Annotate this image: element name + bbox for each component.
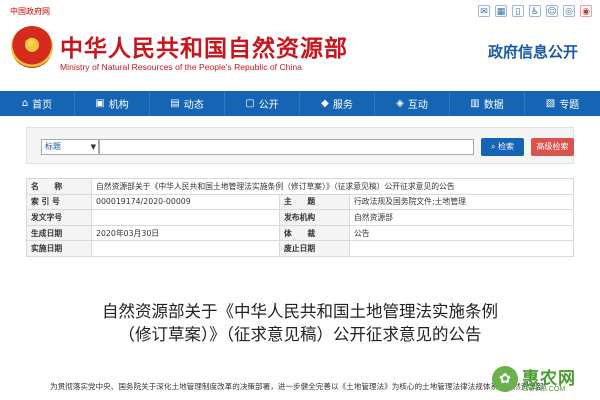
nav-item-news[interactable]: ▤ 动态 (150, 91, 225, 116)
gov-portal-link[interactable]: 中国政府网 (10, 6, 50, 17)
search-button[interactable]: ⌕ 检索 (481, 138, 524, 156)
grid-icon[interactable]: ▦ (495, 5, 507, 17)
data-icon: ▥ (470, 98, 480, 109)
index-label: 索 引 号 (26, 193, 92, 211)
date-label: 生成日期 (26, 224, 92, 242)
table-row: 发文字号 发布机构 自然资源部 (26, 209, 574, 226)
mail-icon[interactable]: ✉ (478, 5, 490, 17)
site-header: ★ 中华人民共和国自然资源部 Ministry of Natural Resou… (0, 22, 600, 86)
top-icon-group: ✉ ▦ ▯ ♿ ☺ ◎ ◉ (478, 5, 592, 17)
genre-label: 体 裁 (279, 224, 350, 242)
docno-value (91, 209, 280, 226)
wechat-icon[interactable]: ◎ (563, 5, 575, 17)
repeal-date-value (349, 240, 574, 257)
nav-item-label: 动态 (183, 100, 204, 111)
advanced-search-button[interactable]: 高级检索 (531, 138, 574, 156)
chat-icon: ◈ (396, 98, 404, 109)
watermark-logo: ✿ 惠农网 CNHNB.COM (492, 364, 596, 398)
nav-item-label: 机构 (108, 100, 129, 111)
search-scope-select[interactable]: 标题 ▼ (41, 139, 99, 155)
nav-item-label: 专题 (559, 100, 580, 111)
emblem-star-icon: ★ (24, 35, 37, 51)
impl-date-value (91, 240, 280, 257)
nav-item-service[interactable]: ◆ 服务 (300, 91, 375, 116)
topic-label: 主 题 (279, 193, 350, 211)
nav-item-label: 首页 (32, 100, 53, 111)
accessibility-icon[interactable]: ♿ (529, 5, 541, 17)
issuer-value: 自然资源部 (349, 209, 574, 226)
top-bar: 中国政府网 ✉ ▦ ▯ ♿ ☺ ◎ ◉ (0, 0, 600, 22)
nav-item-open[interactable]: ▢ 公开 (225, 91, 300, 116)
table-row: 索 引 号 000019174/2020-00009 主 题 行政法规及国务院文… (26, 193, 574, 211)
search-icon: ⌕ (490, 142, 496, 151)
home-icon: ⌂ (21, 98, 29, 109)
service-icon: ◆ (321, 98, 329, 109)
nav-item-label: 公开 (258, 100, 279, 111)
table-row: 实施日期 废止日期 (26, 240, 574, 257)
search-button-label: 检索 (498, 142, 515, 151)
search-scope-value: 标题 (45, 142, 61, 151)
genre-value: 公告 (349, 224, 574, 242)
main-nav: ⌂ 首页 ▣ 机构 ▤ 动态 ▢ 公开 ◆ 服务 ◈ 互动 ▥ 数据 ▧ 专题 (0, 91, 600, 116)
table-row: 名 称 自然资源部关于《中华人民共和国土地管理法实施条例（修订草案）》（征求意见… (26, 178, 574, 195)
nav-item-label: 数据 (483, 100, 504, 111)
nav-item-home[interactable]: ⌂ 首页 (0, 91, 75, 116)
date-value: 2020年03月30日 (91, 224, 280, 242)
topic-icon: ▧ (545, 98, 556, 109)
document-info-table: 名 称 自然资源部关于《中华人民共和国土地管理法实施条例（修订草案）》（征求意见… (26, 178, 574, 257)
weibo-icon[interactable]: ◉ (580, 5, 592, 17)
nav-item-label: 互动 (407, 100, 428, 111)
nav-item-org[interactable]: ▣ 机构 (75, 91, 150, 116)
news-icon: ▤ (170, 98, 180, 109)
impl-date-label: 实施日期 (26, 240, 92, 257)
nav-item-data[interactable]: ▥ 数据 (450, 91, 525, 116)
nav-item-interact[interactable]: ◈ 互动 (375, 91, 450, 116)
name-value: 自然资源部关于《中华人民共和国土地管理法实施条例（修订草案）》（征求意见稿）公开… (91, 178, 574, 195)
search-panel: 标题 ▼ ⌕ 检索 高级检索 (26, 127, 574, 164)
search-input[interactable] (99, 139, 474, 155)
name-label: 名 称 (26, 178, 92, 195)
phone-icon[interactable]: ▯ (512, 5, 524, 17)
site-subtitle: Ministry of Natural Resources of the Peo… (60, 62, 302, 72)
docno-label: 发文字号 (26, 209, 92, 226)
issuer-label: 发布机构 (279, 209, 350, 226)
index-value: 000019174/2020-00009 (91, 193, 280, 211)
open-icon: ▢ (245, 98, 255, 109)
article-title: 自然资源部关于《中华人民共和国土地管理法实施条例（修订草案）》（征求意见稿）公开… (102, 302, 498, 344)
table-row: 生成日期 2020年03月30日 体 裁 公告 (26, 224, 574, 242)
elder-icon[interactable]: ☺ (546, 5, 558, 17)
gov-info-open-title: 政府信息公开 (487, 43, 578, 61)
watermark-url: CNHNB.COM (522, 386, 566, 393)
chevron-down-icon: ▼ (90, 143, 96, 151)
repeal-date-label: 废止日期 (279, 240, 350, 257)
nav-item-topic[interactable]: ▧ 专题 (525, 91, 600, 116)
topic-value: 行政法规及国务院文件;土地管理 (349, 193, 574, 211)
nav-item-label: 服务 (332, 100, 353, 111)
org-icon: ▣ (95, 98, 105, 109)
leaf-logo-icon: ✿ (492, 366, 518, 392)
site-title[interactable]: 中华人民共和国自然资源部 (60, 29, 348, 63)
